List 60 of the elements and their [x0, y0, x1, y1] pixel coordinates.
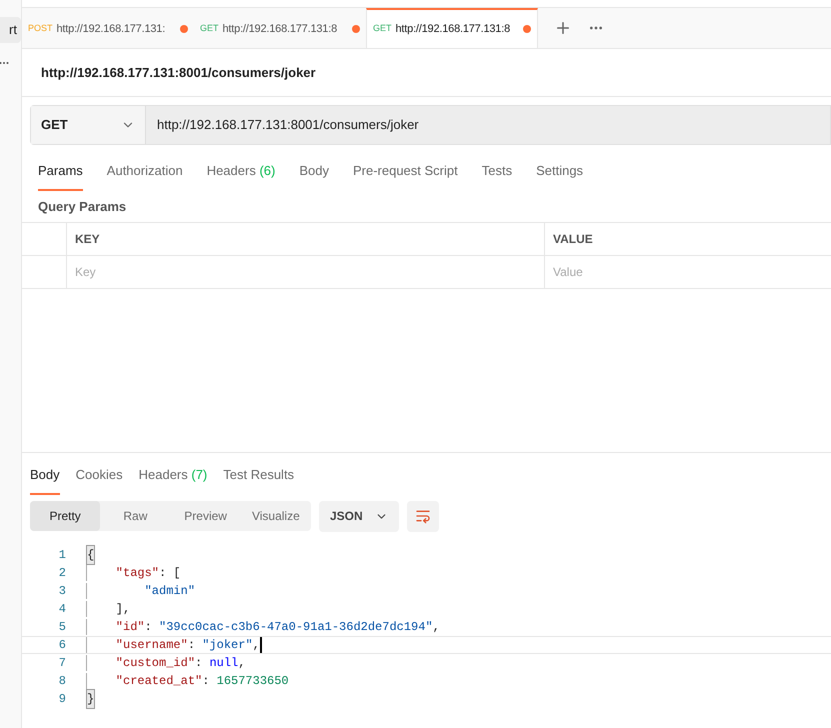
request-tab[interactable]: GET http://192.168.177.131:8	[194, 8, 366, 48]
request-tab[interactable]: GET http://192.168.177.131:8	[366, 8, 538, 48]
code-token: "username"	[114, 636, 188, 654]
line-number: 5	[58, 618, 66, 636]
text-cursor	[260, 636, 262, 652]
code-token: :	[144, 618, 153, 636]
line-number: 7	[58, 654, 66, 672]
tab[interactable]: Body	[30, 461, 60, 494]
param-input[interactable]: Value	[545, 256, 831, 288]
code-token: :	[195, 654, 204, 672]
code-token: :	[188, 636, 196, 654]
code-token: "tags"	[114, 564, 160, 582]
param-input[interactable]: Key	[67, 256, 545, 288]
code-token: "admin"	[144, 582, 196, 600]
line-number: 8	[58, 672, 66, 690]
line-number: 6	[58, 636, 66, 654]
code-token: }	[87, 690, 94, 708]
format-dropdown[interactable]: JSON	[319, 500, 399, 532]
tab[interactable]: Settings	[536, 157, 584, 190]
code-token: "id"	[114, 618, 145, 636]
column-header: KEY	[75, 231, 100, 248]
tab[interactable]: Params	[38, 157, 83, 190]
tab[interactable]: Headers (7)	[138, 461, 208, 494]
tab[interactable]: Authorization	[106, 157, 183, 190]
code-token: ,	[238, 654, 246, 672]
tab[interactable]: Tests	[482, 157, 512, 190]
tab[interactable]: Test Results	[223, 461, 294, 494]
view-mode-tab[interactable]: Visualize	[240, 501, 311, 531]
tab[interactable]: Pre-request Script	[352, 157, 458, 190]
column-header: VALUE	[553, 231, 593, 248]
view-mode-tab[interactable]: Raw	[100, 501, 170, 531]
code-token: :	[202, 672, 210, 690]
code-token: null	[209, 654, 238, 672]
code-token: "custom_id"	[114, 654, 196, 672]
view-mode-tab[interactable]: Pretty	[30, 501, 100, 531]
line-number: 9	[58, 690, 66, 708]
wrap-lines-icon	[414, 508, 431, 524]
sidebar-button[interactable]: rt	[0, 17, 21, 43]
code-token: "joker"	[202, 636, 253, 654]
line-number: 4	[58, 600, 66, 618]
request-title: http://192.168.177.131:8001/consumers/joker	[41, 64, 316, 82]
code-token: ,	[252, 636, 260, 654]
code-token: "created_at"	[114, 672, 202, 690]
tab[interactable]: Cookies	[76, 461, 123, 494]
wrap-button[interactable]	[406, 500, 439, 532]
code-token: ],	[114, 600, 130, 618]
tab[interactable]: Headers (6)	[206, 157, 276, 190]
line-number: 3	[58, 582, 66, 600]
code-token: ,	[432, 618, 440, 636]
line-number: 2	[58, 564, 66, 582]
request-tab[interactable]: POST http://192.168.177.131:	[22, 8, 194, 48]
section-heading: Query Params	[38, 198, 126, 214]
new-tab-icon[interactable]	[554, 19, 572, 37]
view-mode-tab[interactable]: Preview	[170, 501, 241, 531]
code-token: "39cc0cac-c3b6-47a0-91a1-36d2de7dc194"	[159, 618, 433, 636]
code-token: 1657733650	[216, 672, 289, 690]
code-token: {	[87, 546, 94, 564]
line-number: 1	[58, 546, 66, 564]
code-token: : [	[159, 564, 181, 582]
tab[interactable]: Body	[299, 157, 329, 190]
